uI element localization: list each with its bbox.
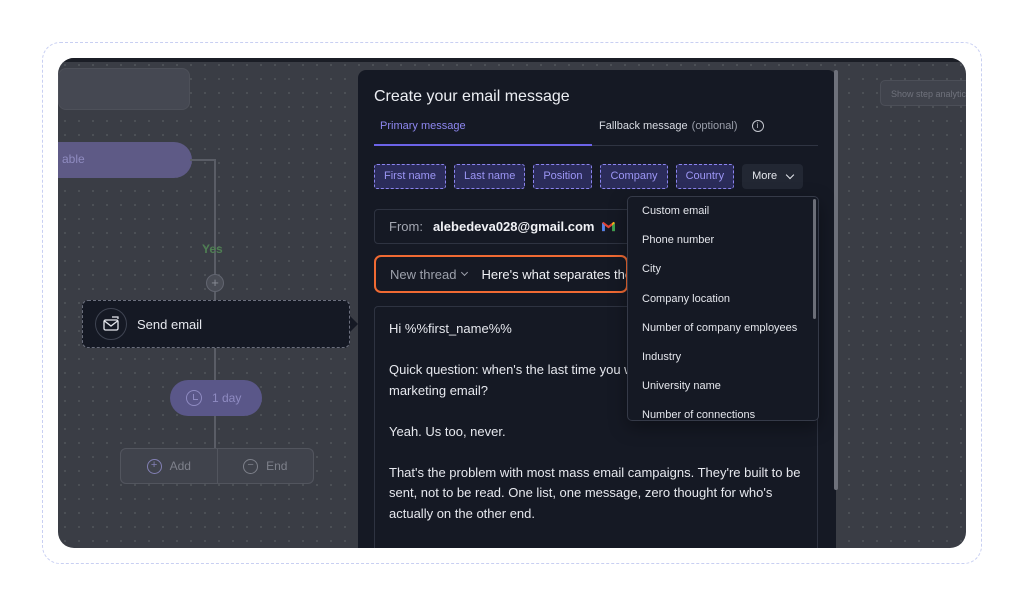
menu-item-custom-email[interactable]: Custom email [628,197,814,226]
tab-fallback-label: Fallback message [599,120,688,132]
connector-line [214,292,216,300]
menu-item-university-name[interactable]: University name [628,372,814,401]
menu-item-company-employees[interactable]: Number of company employees [628,314,814,343]
connector-line [214,348,216,380]
connector-line [214,159,216,275]
sender-email: alebedeva028@gmail.com [432,219,595,234]
add-label: Add [169,459,191,473]
branch-yes-label: Yes [202,242,223,256]
thread-subject-row[interactable]: New thread Here's what separates the [374,255,628,293]
show-step-analytics-button[interactable]: Show step analytics [880,80,966,106]
send-email-label: Send email [137,316,203,332]
more-variables-menu: Custom email Phone number City Company l… [627,196,819,421]
body-paragraph: Yeah. Us too, never. [389,423,506,439]
modal-title: Create your email message [374,88,570,105]
minus-icon: − [243,458,259,474]
tab-primary-message[interactable]: Primary message [380,120,466,132]
connector-line [190,159,216,161]
thread-select-label: New thread [390,266,457,282]
variable-chips: First name Last name Position Company Co… [374,164,804,189]
info-icon[interactable]: i [751,120,764,132]
connector-line [214,416,216,448]
chevron-down-icon [461,268,469,276]
plus-icon: + [146,458,162,474]
end-label: End [266,459,288,473]
send-email-icon [95,308,127,340]
canvas-card [58,68,190,110]
menu-item-industry[interactable]: Industry [628,343,814,372]
subject-input[interactable]: Here's what separates the [481,267,626,282]
body-paragraph: That's the problem with most mass email … [389,464,801,521]
variable-chip-company[interactable]: Company [600,164,668,189]
from-label: From: [389,219,423,234]
send-email-node[interactable]: Send email [82,300,350,348]
chevron-down-icon [785,170,795,179]
end-button[interactable]: − End [216,449,314,483]
delay-label: 1 day [212,391,242,405]
gmail-icon [601,221,615,232]
menu-item-phone-number[interactable]: Phone number [628,226,814,255]
variable-chip-last-name[interactable]: Last name [453,164,526,189]
add-button[interactable]: + Add [121,449,217,483]
trigger-node-label: able [62,152,85,166]
trigger-node[interactable]: able [58,142,192,178]
clock-icon [186,390,202,406]
variable-chip-position[interactable]: Position [533,164,593,189]
modal-scrollbar[interactable] [834,70,838,490]
workflow-canvas[interactable]: able Yes + Send email 1 day + Add − End … [58,58,966,548]
menu-item-city[interactable]: City [628,255,814,284]
tab-optional-hint: (optional) [691,120,738,132]
end-actions: + Add − End [120,448,314,484]
node-pointer [350,316,358,332]
menu-scrollbar[interactable] [813,199,816,319]
thread-select[interactable]: New thread [390,266,469,282]
add-step-icon[interactable]: + [206,274,224,292]
message-tabs: Primary message Fallback message (option… [374,118,818,146]
variable-chip-first-name[interactable]: First name [374,164,446,189]
active-tab-indicator [374,144,592,146]
delay-node[interactable]: 1 day [170,380,262,416]
variable-chip-country[interactable]: Country [675,164,735,189]
menu-item-number-of-connections[interactable]: Number of connections [628,401,814,420]
more-variables-button[interactable]: More [742,164,804,189]
more-label: More [752,170,778,182]
menu-item-company-location[interactable]: Company location [628,285,814,314]
tab-fallback-message[interactable]: Fallback message (optional) i [599,120,764,132]
